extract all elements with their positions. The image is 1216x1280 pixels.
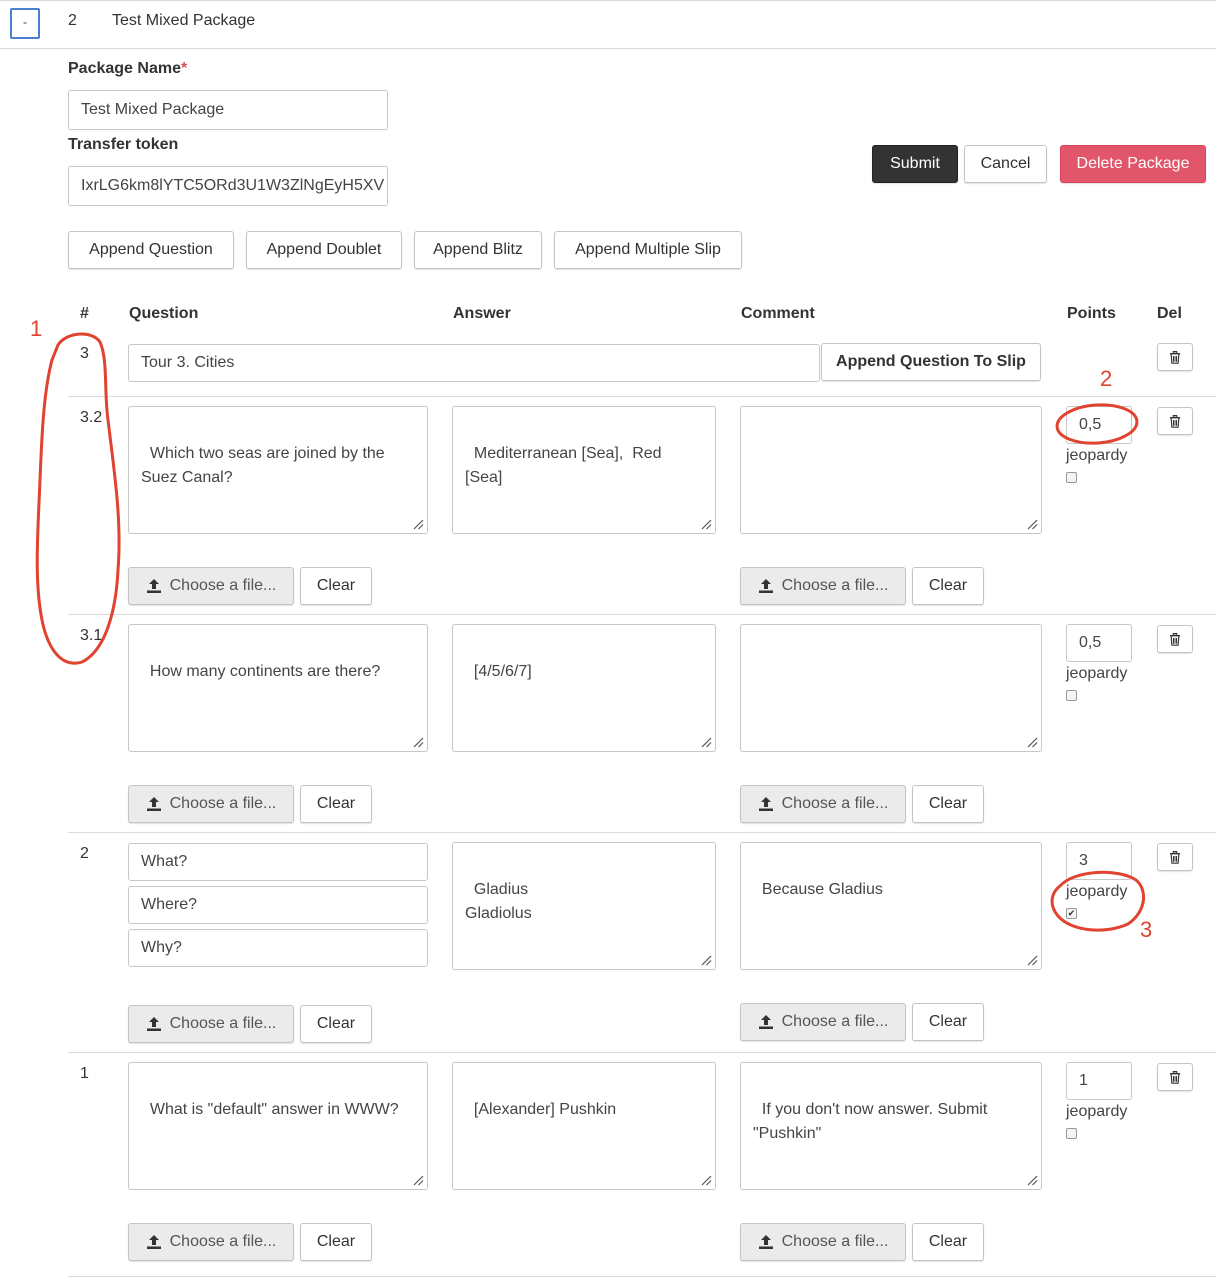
annotation-number-1: 1 <box>30 316 43 341</box>
annotation-overlay <box>35 332 1145 932</box>
annotation-loop-3 <box>1050 870 1145 932</box>
annotation-loop-1 <box>35 332 121 665</box>
annotation-number-3: 3 <box>1140 917 1153 942</box>
annotation-number-2: 2 <box>1100 366 1113 391</box>
annotation-loop-2 <box>1055 403 1139 445</box>
